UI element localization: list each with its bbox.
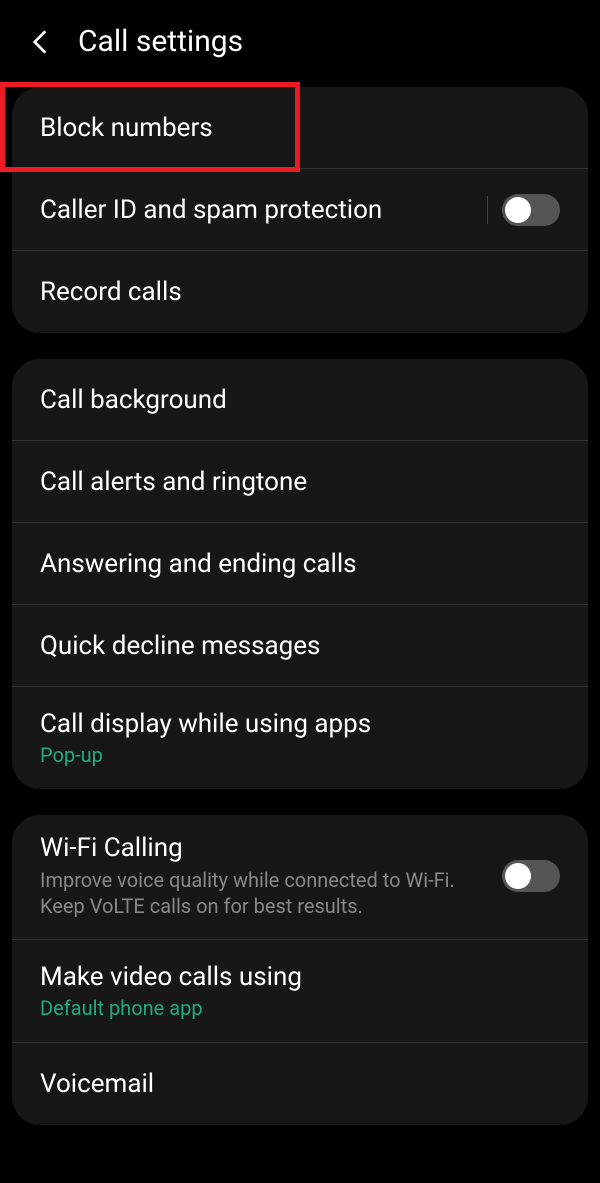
- item-label: Caller ID and spam protection: [40, 195, 487, 225]
- item-label: Quick decline messages: [40, 631, 560, 661]
- item-label: Call alerts and ringtone: [40, 467, 560, 497]
- wifi-calling-item[interactable]: Wi-Fi Calling Improve voice quality whil…: [12, 815, 588, 940]
- quick-decline-item[interactable]: Quick decline messages: [12, 605, 588, 687]
- caller-id-toggle[interactable]: [502, 194, 560, 226]
- item-label: Wi-Fi Calling: [40, 833, 502, 863]
- video-calls-item[interactable]: Make video calls using Default phone app: [12, 940, 588, 1043]
- caller-id-spam-item[interactable]: Caller ID and spam protection: [12, 169, 588, 251]
- page-title: Call settings: [78, 24, 243, 59]
- item-label: Voicemail: [40, 1069, 560, 1099]
- back-icon[interactable]: [30, 32, 50, 52]
- voicemail-item[interactable]: Voicemail: [12, 1043, 588, 1125]
- item-label: Call background: [40, 385, 560, 415]
- answering-ending-item[interactable]: Answering and ending calls: [12, 523, 588, 605]
- settings-group-2: Call background Call alerts and ringtone…: [12, 359, 588, 789]
- record-calls-item[interactable]: Record calls: [12, 251, 588, 333]
- call-alerts-item[interactable]: Call alerts and ringtone: [12, 441, 588, 523]
- item-description: Improve voice quality while connected to…: [40, 867, 502, 919]
- wifi-calling-toggle[interactable]: [502, 860, 560, 892]
- item-label: Call display while using apps: [40, 709, 560, 739]
- item-label: Make video calls using: [40, 962, 560, 992]
- item-label: Block numbers: [40, 113, 560, 143]
- call-background-item[interactable]: Call background: [12, 359, 588, 441]
- divider: [487, 196, 488, 224]
- item-sublabel: Default phone app: [40, 996, 560, 1020]
- call-display-item[interactable]: Call display while using apps Pop-up: [12, 687, 588, 789]
- item-label: Record calls: [40, 277, 560, 307]
- item-label: Answering and ending calls: [40, 549, 560, 579]
- block-numbers-item[interactable]: Block numbers: [12, 87, 588, 169]
- settings-group-1: Block numbers Caller ID and spam protect…: [12, 87, 588, 333]
- settings-group-3: Wi-Fi Calling Improve voice quality whil…: [12, 815, 588, 1125]
- header: Call settings: [0, 0, 600, 87]
- item-sublabel: Pop-up: [40, 743, 560, 767]
